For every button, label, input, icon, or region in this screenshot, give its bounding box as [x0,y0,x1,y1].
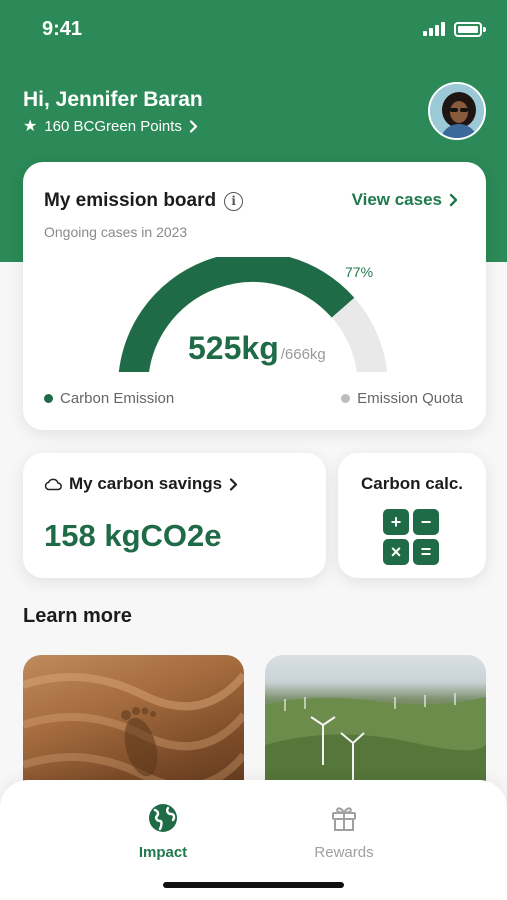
emission-board-subtitle: Ongoing cases in 2023 [44,224,188,240]
nav-label-impact: Impact [138,844,188,861]
cellular-signal-icon [423,22,447,36]
points-label: 160 BCGreen Points [44,118,182,135]
home-indicator [163,882,344,888]
gift-icon [332,807,356,831]
chevron-right-icon [449,193,458,207]
chevron-right-icon [189,120,198,133]
battery-icon [454,22,486,37]
legend-carbon-emission: Carbon Emission [44,390,174,407]
greeting-title: Hi, Jennifer Baran [23,88,203,111]
info-icon[interactable]: i [224,191,244,211]
calc-key: × [383,539,409,565]
legend-dot [341,394,351,403]
points-link[interactable]: ★ 160 BCGreen Points [23,118,198,135]
carbon-savings-value: 158 kgCO2e [44,518,222,553]
gauge-percent-label: 77% [345,264,374,280]
quota-value: /666kg [280,346,326,363]
carbon-savings-card[interactable]: My carbon savings 158 kgCO2e [23,453,326,578]
emission-board-card: My emission board i View cases Ongoing c… [23,162,486,430]
legend-dot [44,394,53,403]
calc-key: − [413,509,439,535]
emission-value: 525kg [188,330,279,366]
status-bar: 9:41 [0,0,507,60]
nav-label-rewards: Rewards [314,844,374,861]
carbon-calculator-card[interactable]: Carbon calc. + − × = [338,453,486,578]
calc-key: + [383,509,409,535]
star-icon: ★ [23,117,38,135]
avatar[interactable] [428,82,486,140]
globe-icon [149,804,177,832]
carbon-savings-title: My carbon savings [44,474,238,494]
emission-board-title: My emission board i [44,190,244,212]
cloud-icon [44,478,62,491]
legend-emission-quota: Emission Quota [341,390,463,407]
nav-item-rewards[interactable]: Rewards [289,802,399,861]
gauge-value: 525kg /666kg [188,330,326,367]
chevron-right-icon [229,477,238,491]
view-cases-link[interactable]: View cases [352,190,458,210]
calc-key: = [413,539,439,565]
nav-item-impact[interactable]: Impact [108,802,218,861]
calculator-icon: + − × = [383,509,439,565]
carbon-calculator-title: Carbon calc. [360,474,464,493]
status-time: 9:41 [42,18,83,40]
learn-more-title: Learn more [23,605,132,627]
